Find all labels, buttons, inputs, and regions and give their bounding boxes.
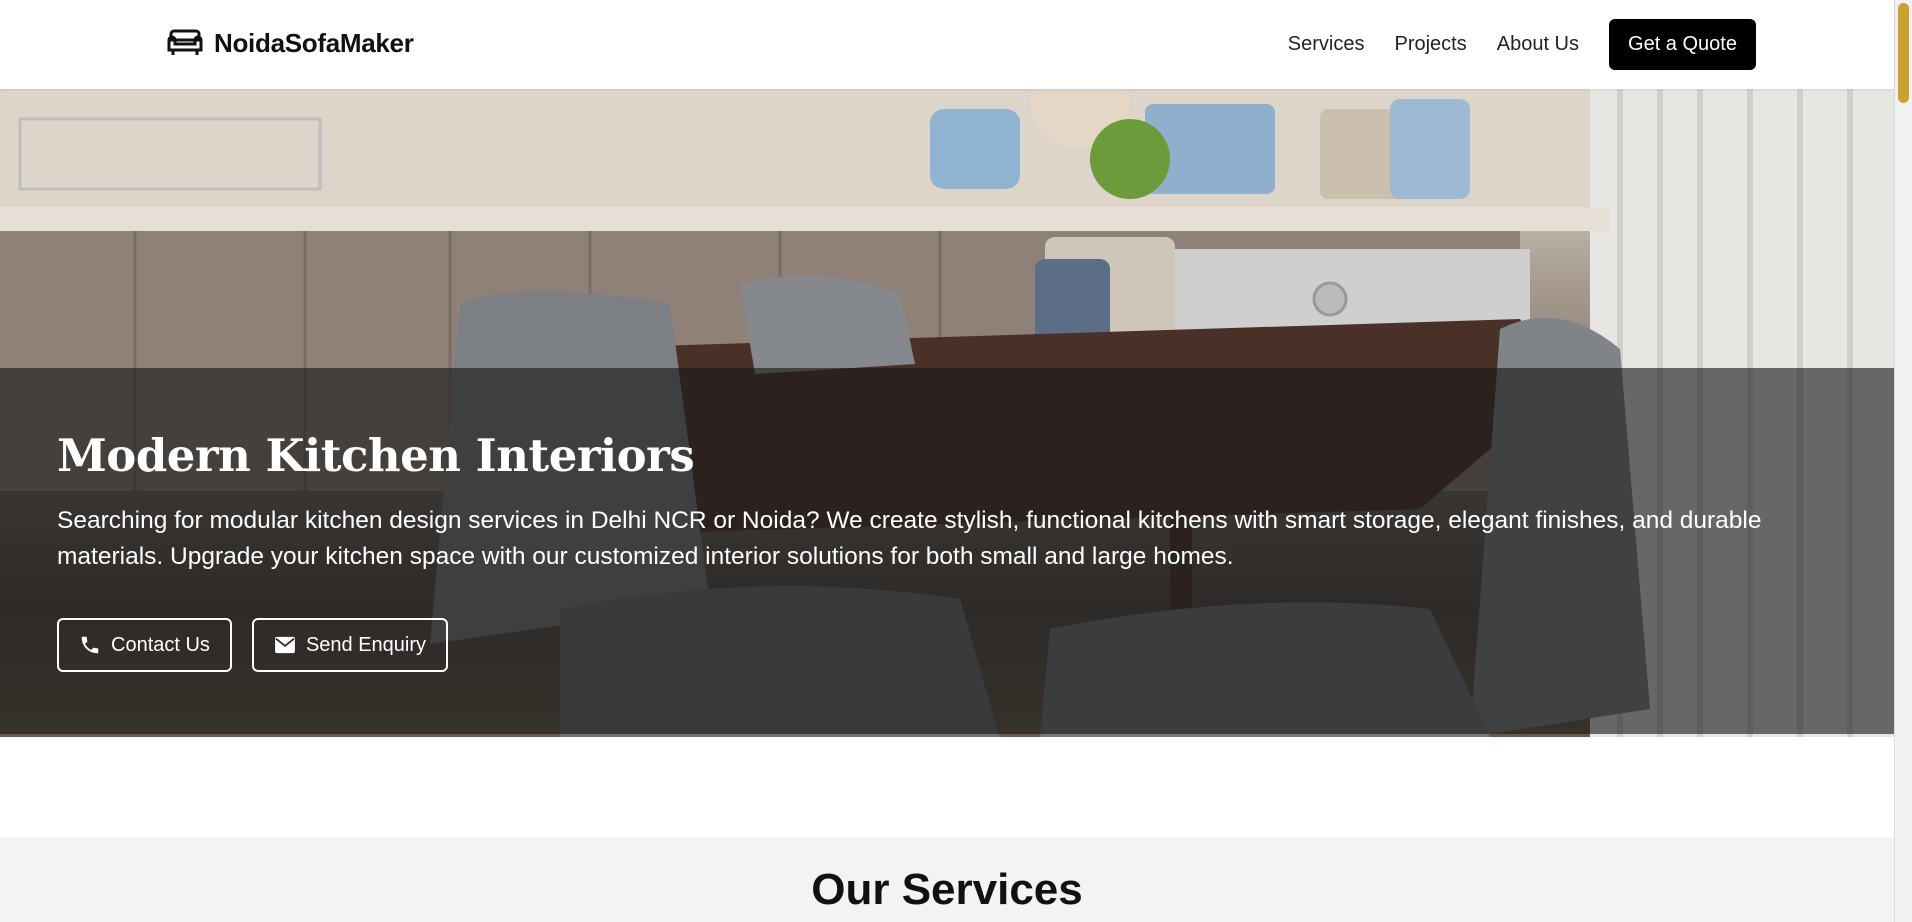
nav-link-services[interactable]: Services: [1288, 33, 1365, 56]
contact-us-button[interactable]: Contact Us: [57, 618, 232, 672]
hero-section: Modern Kitchen Interiors Searching for m…: [0, 89, 1894, 737]
site-header: NoidaSofaMaker Services Projects About U…: [0, 0, 1894, 89]
hero-description: Searching for modular kitchen design ser…: [57, 507, 1762, 570]
contact-us-label: Contact Us: [111, 633, 210, 656]
brand-name: NoidaSofaMaker: [214, 27, 414, 58]
sofa-icon: [167, 29, 203, 55]
hero-actions: Contact Us Send Enquiry: [57, 618, 468, 672]
phone-icon: [81, 636, 99, 654]
send-enquiry-button[interactable]: Send Enquiry: [251, 618, 449, 672]
send-enquiry-label: Send Enquiry: [305, 633, 427, 656]
mail-icon: [275, 636, 295, 654]
hero-title: Modern Kitchen Interiors: [57, 429, 695, 482]
main-nav: Services Projects About Us Get a Quote: [1288, 19, 1756, 70]
nav-link-projects[interactable]: Projects: [1394, 33, 1466, 56]
scrollbar-thumb[interactable]: [1898, 3, 1909, 103]
brand-logo[interactable]: NoidaSofaMaker: [166, 27, 414, 59]
page-scrollbar[interactable]: [1894, 0, 1912, 922]
nav-link-about[interactable]: About Us: [1497, 33, 1579, 56]
services-section: Our Services: [0, 837, 1894, 922]
services-title: Our Services: [811, 865, 1083, 914]
get-quote-button[interactable]: Get a Quote: [1609, 19, 1756, 70]
